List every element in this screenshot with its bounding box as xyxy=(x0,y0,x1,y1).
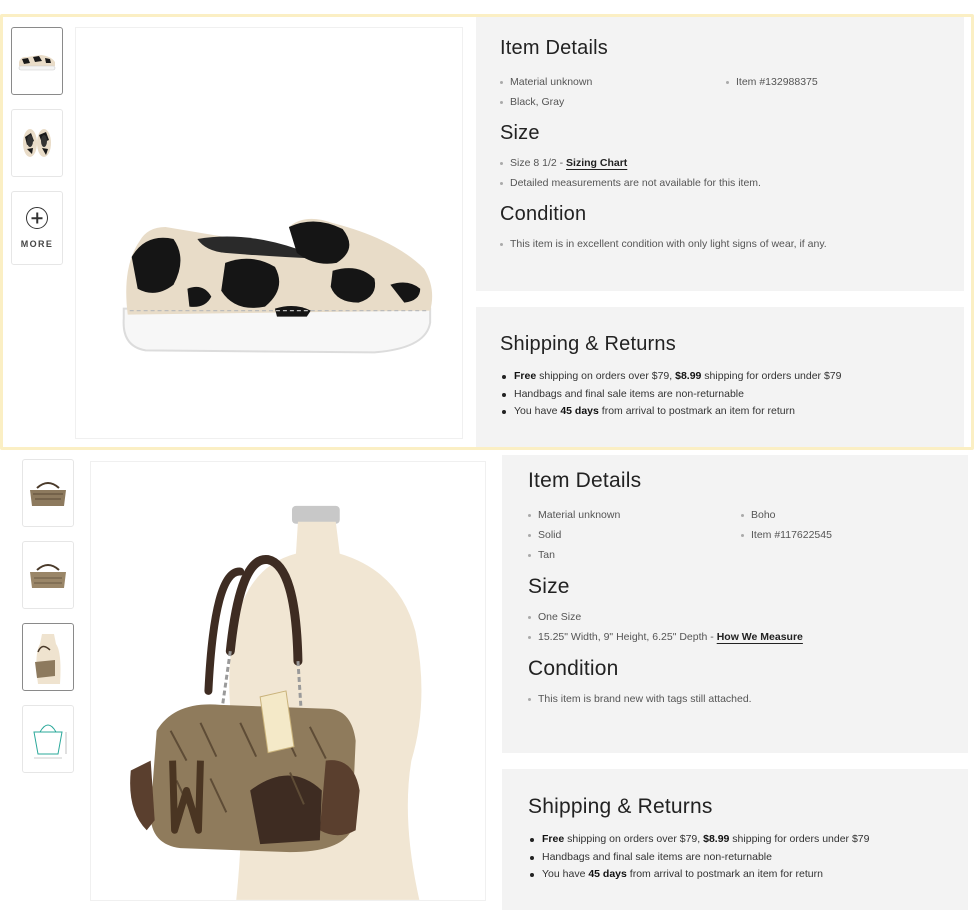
how-we-measure-link[interactable]: How We Measure xyxy=(717,631,803,643)
bag-front-thumbnail-image xyxy=(30,482,66,506)
thumbnail-strip: MORE xyxy=(11,27,67,279)
shipping-text-a: shipping on orders over $79, xyxy=(536,370,676,382)
detail-item-number: Item #132988375 xyxy=(726,72,940,92)
shipping-line-free: Free shipping on orders over $79, $8.99 … xyxy=(528,831,942,849)
more-label: MORE xyxy=(20,239,54,249)
bag-mannequin-thumbnail-image xyxy=(35,634,61,684)
measurements-value: 15.25" Width, 9" Height, 6.25" Depth - H… xyxy=(528,627,942,647)
return-text-a: You have xyxy=(514,405,561,417)
detail-pattern: Solid xyxy=(528,525,729,545)
size-value: One Size xyxy=(528,607,942,627)
main-product-image-shoe[interactable] xyxy=(75,27,463,439)
item-details-heading: Item Details xyxy=(528,469,642,492)
bag-back-thumbnail-image xyxy=(30,564,66,588)
condition-text: This item is in excellent condition with… xyxy=(500,234,940,254)
listing-shoe: MORE Item Details Material unknown Black… xyxy=(0,14,974,450)
condition-heading: Condition xyxy=(528,657,619,680)
detail-style: Boho xyxy=(741,505,942,525)
detail-material: Material unknown xyxy=(528,505,729,525)
free-label: Free xyxy=(514,370,537,382)
shipping-line-nonreturnable: Handbags and final sale items are non-re… xyxy=(500,386,940,404)
more-images-button[interactable]: MORE xyxy=(11,191,63,265)
thumbnail-bag-on-mannequin[interactable] xyxy=(22,623,74,691)
thumbnail-shoe-side[interactable] xyxy=(11,27,63,95)
return-days: 45 days xyxy=(588,868,627,880)
item-details-panel: Item Details Material unknown Black, Gra… xyxy=(476,17,964,291)
measure-text: 15.25" Width, 9" Height, 6.25" Depth - xyxy=(538,631,717,643)
shipping-text-b: shipping for orders under $79 xyxy=(729,833,870,845)
item-details-panel: Item Details Material unknown Solid Tan … xyxy=(502,455,968,753)
condition-heading: Condition xyxy=(500,203,587,225)
bag-measurement-thumbnail-image xyxy=(33,724,67,759)
return-text-a: You have xyxy=(542,868,589,880)
shipping-returns-panel: Shipping & Returns Free shipping on orde… xyxy=(476,307,964,447)
sizing-chart-link[interactable]: Sizing Chart xyxy=(566,157,627,169)
shipping-line-return-window: You have 45 days from arrival to postmar… xyxy=(500,403,940,421)
thumbnail-shoe-pair[interactable] xyxy=(11,109,63,177)
slip-on-shoe-image xyxy=(122,218,433,354)
detail-material: Material unknown xyxy=(500,72,714,92)
listing-handbag: Item Details Material unknown Solid Tan … xyxy=(0,455,978,910)
free-label: Free xyxy=(542,833,565,845)
shipping-text-b: shipping for orders under $79 xyxy=(701,370,842,382)
return-days: 45 days xyxy=(560,405,599,417)
shipping-price: $8.99 xyxy=(703,833,730,845)
shipping-line-free: Free shipping on orders over $79, $8.99 … xyxy=(500,368,940,386)
measurements-note: Detailed measurements are not available … xyxy=(500,173,940,193)
shipping-heading: Shipping & Returns xyxy=(500,333,676,355)
handbag-on-mannequin-image xyxy=(91,462,485,900)
shipping-price: $8.99 xyxy=(675,370,702,382)
return-text-b: from arrival to postmark an item for ret… xyxy=(598,405,795,417)
shoe-thumbnail-image xyxy=(18,55,56,71)
size-value: Size 8 1/2 - Sizing Chart xyxy=(500,153,940,173)
thumbnail-bag-back[interactable] xyxy=(22,541,74,609)
detail-item-number: Item #117622545 xyxy=(741,525,942,545)
plus-circle-icon xyxy=(26,207,48,229)
item-details-heading: Item Details xyxy=(500,37,608,59)
shipping-line-nonreturnable: Handbags and final sale items are non-re… xyxy=(528,849,942,867)
detail-color: Black, Gray xyxy=(500,92,714,112)
shipping-text-a: shipping on orders over $79, xyxy=(564,833,704,845)
size-text: Size 8 1/2 - xyxy=(510,157,567,169)
shipping-returns-panel: Shipping & Returns Free shipping on orde… xyxy=(502,769,968,910)
thumbnail-bag-measurements[interactable] xyxy=(22,705,74,773)
detail-color: Tan xyxy=(528,545,729,565)
shipping-heading: Shipping & Returns xyxy=(528,795,713,818)
shipping-line-return-window: You have 45 days from arrival to postmar… xyxy=(528,866,942,884)
condition-text: This item is brand new with tags still a… xyxy=(528,689,942,709)
thumbnail-bag-front[interactable] xyxy=(22,459,74,527)
size-heading: Size xyxy=(528,575,570,598)
main-product-image-handbag[interactable] xyxy=(90,461,486,901)
size-heading: Size xyxy=(500,122,540,144)
return-text-b: from arrival to postmark an item for ret… xyxy=(626,868,823,880)
thumbnail-strip xyxy=(22,459,78,787)
shoe-pair-thumbnail-image xyxy=(23,129,51,157)
